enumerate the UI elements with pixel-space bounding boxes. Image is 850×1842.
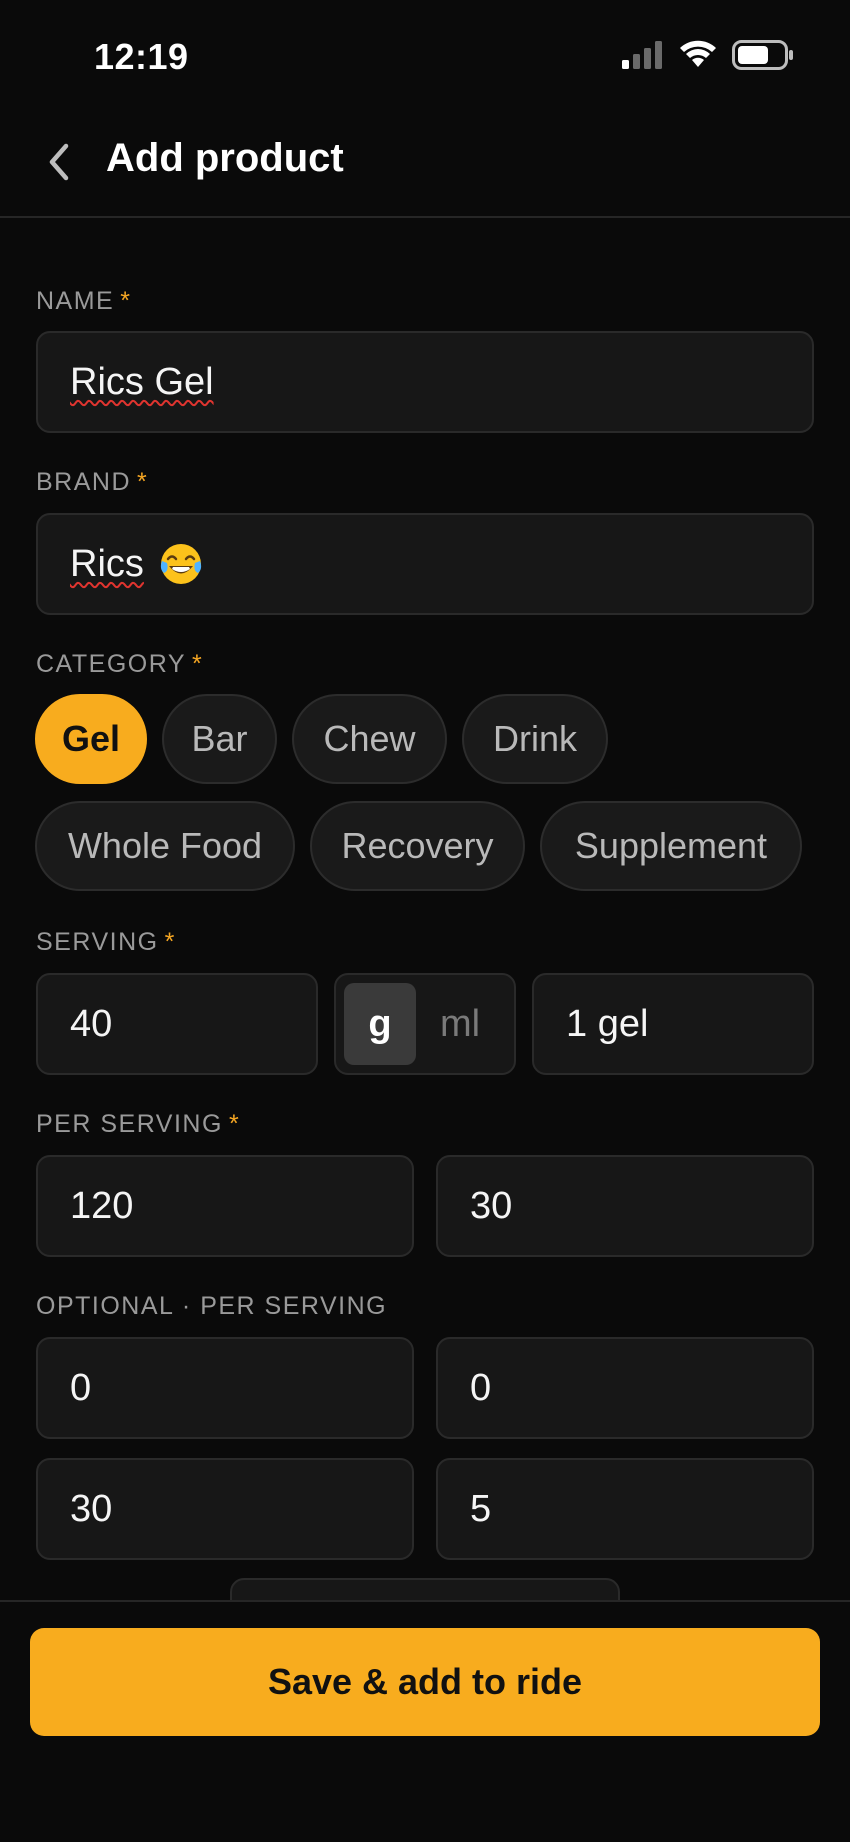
brand-label: BRAND *: [36, 468, 149, 496]
name-value: Rics Gel: [70, 360, 214, 403]
optional-value-3: 30: [70, 1487, 113, 1530]
per-serving-input-1[interactable]: 120: [36, 1155, 414, 1257]
category-chip-recovery[interactable]: Recovery: [310, 801, 525, 891]
unit-option-ml[interactable]: ml: [424, 983, 496, 1065]
serving-label: SERVING *: [36, 928, 176, 956]
optional-value-4: 5: [470, 1487, 492, 1530]
required-star: *: [120, 287, 132, 315]
save-add-to-ride-button[interactable]: Save & add to ride: [30, 1628, 820, 1736]
optional-input-1[interactable]: 0: [36, 1337, 414, 1439]
required-star: *: [137, 468, 149, 496]
category-chip-chew[interactable]: Chew: [292, 694, 447, 784]
name-input[interactable]: Rics Gel: [36, 331, 814, 433]
optional-label: OPTIONAL · PER SERVING: [36, 1292, 388, 1320]
serving-description-value: 1 gel: [566, 1002, 649, 1045]
required-star: *: [164, 928, 176, 956]
page-title: Add product: [106, 136, 344, 180]
category-chip-supplement[interactable]: Supplement: [540, 801, 802, 891]
optional-value-2: 0: [470, 1366, 492, 1409]
wifi-icon: [680, 40, 716, 67]
serving-unit-toggle: g ml: [334, 973, 516, 1075]
serving-amount-input[interactable]: 40: [36, 973, 318, 1075]
category-chip-bar[interactable]: Bar: [162, 694, 277, 784]
header: Add product: [0, 110, 850, 218]
chevron-left-icon: [49, 143, 69, 181]
brand-value: Rics: [70, 542, 144, 585]
optional-input-4[interactable]: 5: [436, 1458, 814, 1560]
required-star: *: [192, 650, 204, 678]
name-label: NAME *: [36, 287, 132, 315]
category-chip-whole-food[interactable]: Whole Food: [35, 801, 295, 891]
category-chip-gel[interactable]: Gel: [35, 694, 147, 784]
per-serving-label: PER SERVING *: [36, 1110, 241, 1138]
per-serving-input-2[interactable]: 30: [436, 1155, 814, 1257]
optional-input-3[interactable]: 30: [36, 1458, 414, 1560]
serving-amount-value: 40: [70, 1002, 113, 1045]
category-chip-drink[interactable]: Drink: [462, 694, 608, 784]
per-serving-value-1: 120: [70, 1184, 134, 1227]
tears-of-joy-emoji-icon: [160, 544, 202, 584]
required-star: *: [228, 1110, 241, 1138]
per-serving-value-2: 30: [470, 1184, 513, 1227]
optional-value-1: 0: [70, 1366, 92, 1409]
serving-description-input[interactable]: 1 gel: [532, 973, 814, 1075]
signal-icon: [622, 41, 662, 69]
battery-icon: [732, 40, 793, 70]
unit-option-g[interactable]: g: [344, 983, 416, 1065]
category-label: CATEGORY *: [36, 650, 204, 678]
optional-input-2[interactable]: 0: [436, 1337, 814, 1439]
bottom-action-bar: Save & add to ride: [0, 1600, 850, 1842]
back-button[interactable]: [30, 132, 86, 192]
status-bar: 12:19: [0, 0, 850, 110]
brand-input[interactable]: Rics: [36, 513, 814, 615]
status-time: 12:19: [94, 36, 189, 77]
